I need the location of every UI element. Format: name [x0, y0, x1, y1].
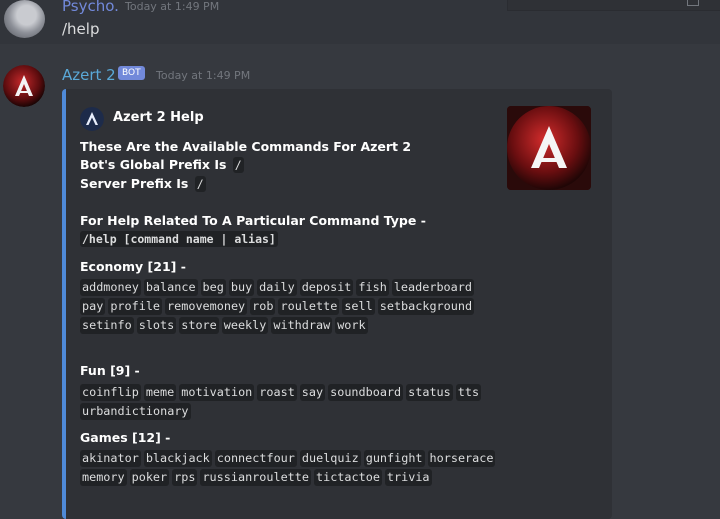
command-item: store: [179, 317, 219, 334]
category-title-games: Games [12] -: [80, 430, 171, 445]
help-usage-code: /help [command name | alias]: [80, 231, 278, 247]
global-prefix-line: Bot's Global Prefix Is /: [80, 157, 244, 173]
command-item: balance: [143, 279, 198, 296]
help-usage-line: /help [command name | alias]: [78, 231, 278, 247]
embed-author: Azert 2 Help: [113, 110, 204, 125]
command-item: horserace: [427, 450, 496, 467]
server-prefix-line: Server Prefix Is /: [80, 176, 206, 192]
embed-author-icon: [80, 107, 104, 131]
command-item: say: [299, 384, 326, 401]
command-item: beg: [200, 279, 226, 296]
category-title-fun: Fun [9] -: [80, 363, 140, 378]
command-item: blackjack: [143, 450, 212, 467]
command-item: status: [406, 384, 453, 401]
copy-icon[interactable]: [687, 0, 699, 6]
command-item: soundboard: [328, 384, 404, 401]
command-item: roast: [257, 384, 297, 401]
category-title-economy: Economy [21] -: [80, 259, 186, 274]
command-item: memory: [80, 469, 127, 486]
avatar-azert-bot[interactable]: [3, 65, 45, 107]
timestamp: Today at 1:49 PM: [125, 0, 220, 13]
command-item: gunfight: [363, 450, 425, 467]
command-list-fun: coinflip meme motivation roast say sound…: [80, 384, 500, 422]
command-item: russianroulette: [200, 469, 311, 486]
command-item: meme: [143, 384, 177, 401]
command-item: trivia: [384, 469, 432, 486]
command-item: withdraw: [271, 317, 333, 334]
command-list-games: akinator blackjack connectfour duelquiz …: [80, 450, 500, 488]
command-item: motivation: [179, 384, 255, 401]
timestamp: Today at 1:49 PM: [156, 69, 251, 82]
command-item: fish: [356, 279, 389, 296]
command-item: rps: [172, 469, 198, 486]
global-prefix-label: Bot's Global Prefix Is: [80, 157, 227, 172]
command-item: pay: [80, 298, 106, 315]
command-item: duelquiz: [299, 450, 361, 467]
username-psycho[interactable]: Psycho.: [62, 0, 119, 15]
command-item: setbackground: [377, 298, 475, 315]
server-prefix-code: /: [194, 176, 206, 192]
command-list-economy: addmoney balance beg buy daily deposit f…: [80, 279, 500, 336]
avatar-psycho[interactable]: [4, 0, 45, 38]
command-item: removemoney: [165, 298, 248, 315]
command-item: urbandictionary: [80, 403, 191, 420]
command-item: connectfour: [214, 450, 297, 467]
global-prefix-code: /: [232, 157, 244, 173]
command-item: roulette: [278, 298, 340, 315]
azert-logo-icon: [507, 106, 591, 190]
command-item: work: [335, 317, 368, 334]
help-instruction: For Help Related To A Particular Command…: [80, 213, 426, 228]
command-item: profile: [108, 298, 163, 315]
server-prefix-label: Server Prefix Is: [80, 176, 189, 191]
command-item: weekly: [221, 317, 269, 334]
command-item: slots: [136, 317, 177, 334]
command-item: tictactoe: [314, 469, 382, 486]
username-azert[interactable]: Azert 2: [62, 66, 116, 84]
command-item: setinfo: [80, 317, 134, 334]
command-item: akinator: [80, 450, 141, 467]
azert-logo-icon: [3, 65, 45, 107]
command-item: poker: [129, 469, 170, 486]
embed-thumbnail[interactable]: [507, 106, 591, 190]
command-item: deposit: [299, 279, 354, 296]
command-item: addmoney: [80, 279, 141, 296]
command-item: sell: [342, 298, 375, 315]
embed-intro: These Are the Available Commands For Aze…: [80, 139, 412, 154]
message-content: /help: [62, 20, 100, 38]
previous-embed-edge: [507, 0, 720, 11]
command-item: daily: [257, 279, 297, 296]
command-item: coinflip: [80, 384, 141, 401]
command-item: buy: [228, 279, 255, 296]
bot-badge: BOT: [118, 66, 145, 80]
command-item: rob: [250, 298, 276, 315]
command-item: leaderboard: [391, 279, 474, 296]
command-item: tts: [455, 384, 482, 401]
